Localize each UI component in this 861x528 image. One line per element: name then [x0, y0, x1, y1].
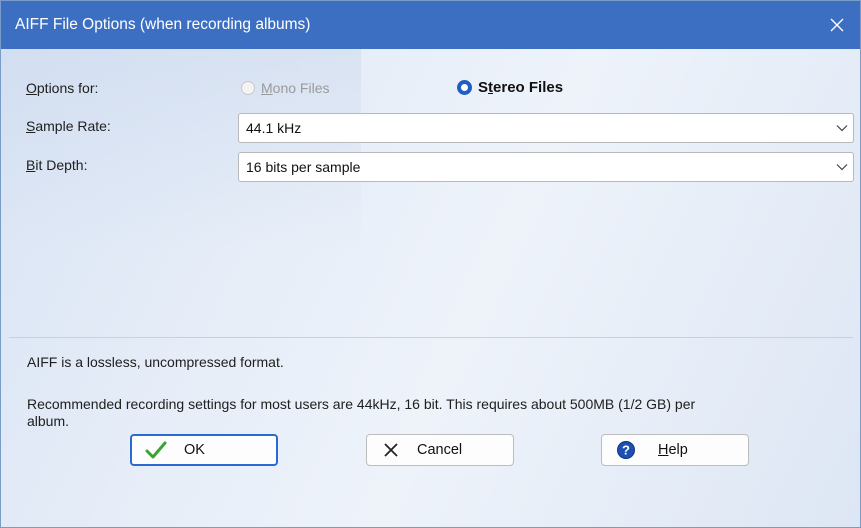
chevron-down-icon [831, 163, 853, 171]
bit-depth-label: Bit Depth: [26, 157, 88, 173]
close-icon [830, 18, 844, 32]
mono-files-label: Mono Files [261, 80, 330, 96]
recommendation-text: Recommended recording settings for most … [27, 396, 696, 412]
aiff-options-dialog: AIFF File Options (when recording albums… [0, 0, 861, 528]
radio-unselected-icon [241, 81, 255, 95]
cancel-button[interactable]: Cancel [366, 434, 514, 466]
recommendation-text-continued: album. [27, 413, 70, 429]
background-shade [1, 49, 361, 249]
chevron-down-icon [831, 124, 853, 132]
checkmark-icon [138, 440, 174, 460]
format-description: AIFF is a lossless, uncompressed format. [27, 354, 284, 370]
section-divider [9, 337, 853, 338]
help-button[interactable]: ? Help [601, 434, 749, 466]
sample-rate-value: 44.1 kHz [246, 120, 302, 136]
dialog-title: AIFF File Options (when recording albums… [15, 16, 311, 33]
stereo-files-label: Stereo Files [478, 79, 564, 96]
sample-rate-label: Sample Rate: [26, 118, 111, 134]
radio-selected-icon [457, 80, 472, 95]
mono-files-radio[interactable]: Mono Files [241, 80, 329, 96]
x-icon [373, 442, 409, 458]
title-bar: AIFF File Options (when recording albums… [1, 1, 860, 49]
bit-depth-value: 16 bits per sample [246, 159, 361, 175]
help-icon: ? [608, 440, 644, 460]
cancel-label: Cancel [417, 442, 463, 458]
help-label: Help [658, 442, 688, 458]
ok-label: OK [184, 442, 205, 458]
sample-rate-select[interactable]: 44.1 kHz [238, 113, 854, 143]
svg-text:?: ? [622, 443, 630, 458]
close-button[interactable] [814, 1, 860, 49]
options-for-label: Options for: [26, 80, 99, 96]
dialog-body: Options for: Mono Files Stereo Files Sam… [1, 49, 860, 527]
ok-button[interactable]: OK [130, 434, 278, 466]
stereo-files-radio[interactable]: Stereo Files [457, 79, 563, 96]
bit-depth-select[interactable]: 16 bits per sample [238, 152, 854, 182]
